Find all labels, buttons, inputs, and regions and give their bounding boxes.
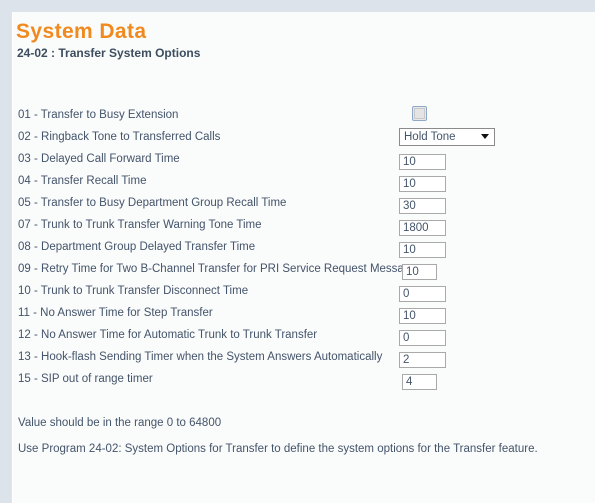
value-input[interactable] — [399, 220, 446, 236]
setting-label: 07 - Trunk to Trunk Transfer Warning Ton… — [18, 219, 262, 231]
dropdown-value: Hold Tone — [404, 131, 456, 143]
setting-row: 08 - Department Group Delayed Transfer T… — [13, 236, 595, 258]
setting-field — [399, 216, 446, 238]
page-title: System Data — [16, 20, 147, 43]
value-input[interactable] — [399, 286, 446, 302]
setting-field — [399, 282, 446, 304]
setting-field — [399, 326, 446, 348]
setting-row: 07 - Trunk to Trunk Transfer Warning Ton… — [13, 214, 595, 236]
setting-field — [402, 370, 437, 392]
setting-row: 03 - Delayed Call Forward Time — [13, 148, 595, 170]
setting-label: 08 - Department Group Delayed Transfer T… — [18, 241, 256, 253]
setting-row: 04 - Transfer Recall Time — [13, 170, 595, 192]
content-panel-inner: System Data 24-02 : Transfer System Opti… — [13, 12, 595, 503]
setting-row: 12 - No Answer Time for Automatic Trunk … — [13, 324, 595, 346]
value-input[interactable] — [399, 308, 446, 324]
checkbox-input[interactable] — [412, 106, 427, 121]
value-input[interactable] — [399, 352, 446, 368]
top-band — [0, 0, 595, 12]
setting-label: 01 - Transfer to Busy Extension — [18, 109, 179, 121]
setting-field — [399, 238, 446, 260]
setting-field — [412, 106, 427, 121]
setting-row: 05 - Transfer to Busy Department Group R… — [13, 192, 595, 214]
setting-label: 13 - Hook-flash Sending Timer when the S… — [18, 351, 383, 363]
setting-row: 01 - Transfer to Busy Extension — [13, 104, 595, 126]
value-input[interactable] — [399, 242, 446, 258]
value-input[interactable] — [402, 264, 437, 280]
setting-field — [399, 194, 446, 216]
setting-row: 09 - Retry Time for Two B-Channel Transf… — [13, 258, 595, 280]
value-input[interactable] — [399, 176, 446, 192]
setting-label: 05 - Transfer to Busy Department Group R… — [18, 197, 287, 209]
page-background: System Data 24-02 : Transfer System Opti… — [0, 0, 595, 503]
value-input[interactable] — [402, 374, 437, 390]
dropdown-select[interactable]: Hold Tone — [399, 128, 495, 146]
setting-label: 02 - Ringback Tone to Transferred Calls — [18, 131, 221, 143]
setting-label: 03 - Delayed Call Forward Time — [18, 153, 180, 165]
page-subtitle: 24-02 : Transfer System Options — [17, 46, 201, 60]
setting-field — [402, 260, 437, 282]
setting-label: 04 - Transfer Recall Time — [18, 175, 147, 187]
setting-label: 09 - Retry Time for Two B-Channel Transf… — [18, 263, 417, 275]
setting-field — [399, 304, 446, 326]
setting-field — [399, 172, 446, 194]
setting-field — [399, 348, 446, 370]
setting-row: 13 - Hook-flash Sending Timer when the S… — [13, 346, 595, 368]
setting-label: 10 - Trunk to Trunk Transfer Disconnect … — [18, 285, 249, 297]
setting-row: 11 - No Answer Time for Step Transfer — [13, 302, 595, 324]
settings-list: 01 - Transfer to Busy Extension 02 - Ring… — [13, 104, 595, 390]
value-input[interactable] — [399, 198, 446, 214]
setting-field — [399, 150, 446, 172]
setting-label: 15 - SIP out of range timer — [18, 373, 153, 385]
value-input[interactable] — [399, 330, 446, 346]
value-input[interactable] — [399, 154, 446, 170]
setting-label: 12 - No Answer Time for Automatic Trunk … — [18, 329, 318, 341]
setting-field: Hold Tone — [399, 128, 495, 146]
content-panel: System Data 24-02 : Transfer System Opti… — [12, 12, 595, 503]
setting-row: 15 - SIP out of range timer — [13, 368, 595, 390]
setting-label: 11 - No Answer Time for Step Transfer — [18, 307, 213, 319]
setting-row: 10 - Trunk to Trunk Transfer Disconnect … — [13, 280, 595, 302]
help-note: Use Program 24-02: System Options for Tr… — [18, 443, 538, 455]
setting-row: 02 - Ringback Tone to Transferred Calls H… — [13, 126, 595, 148]
chevron-down-icon — [481, 134, 489, 139]
range-note: Value should be in the range 0 to 64800 — [18, 417, 222, 429]
checkbox-inner — [414, 108, 425, 119]
